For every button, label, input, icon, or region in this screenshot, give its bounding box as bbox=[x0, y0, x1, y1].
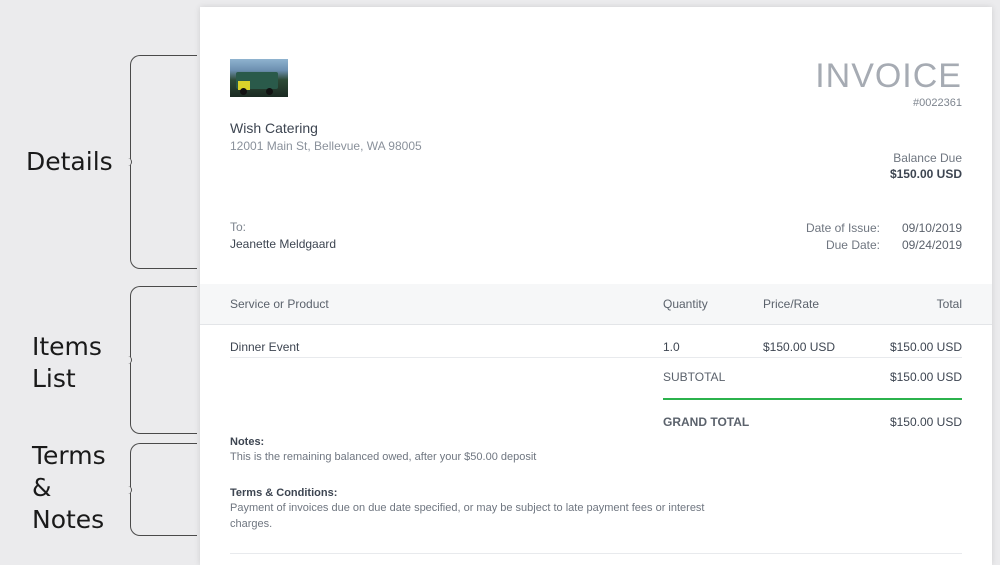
items-table-header: Service or Product Quantity Price/Rate T… bbox=[200, 284, 992, 325]
due-date-label: Due Date: bbox=[825, 238, 880, 252]
footer-divider bbox=[230, 553, 962, 554]
row-total: $150.00 USD bbox=[889, 340, 962, 354]
due-date-value: 09/24/2019 bbox=[901, 238, 962, 252]
annotation-items-list-label: Items List bbox=[32, 332, 102, 393]
header-total: Total bbox=[936, 297, 962, 311]
header-price-rate: Price/Rate bbox=[763, 297, 820, 311]
recipient-name: Jeanette Meldgaard bbox=[230, 237, 337, 251]
annotation-terms-notes-label: Terms & Notes bbox=[32, 441, 106, 534]
bracket-terms-notes bbox=[130, 443, 197, 536]
annotation-details-label: Details bbox=[26, 147, 113, 176]
balance-due-label: Balance Due bbox=[893, 151, 962, 165]
terms-heading: Terms & Conditions: bbox=[230, 487, 338, 499]
food-truck-logo-icon bbox=[230, 59, 288, 97]
row-rate: $150.00 USD bbox=[763, 340, 836, 354]
notes-text: This is the remaining balanced owed, aft… bbox=[230, 451, 537, 463]
bracket-details bbox=[130, 55, 197, 269]
table-row: Dinner Event 1.0 $150.00 USD $150.00 USD bbox=[200, 325, 992, 357]
date-of-issue-value: 09/10/2019 bbox=[901, 221, 962, 235]
invoice-dates: Date of Issue: 09/10/2019 Due Date: 09/2… bbox=[806, 220, 962, 254]
terms-text: Payment of invoices due on due date spec… bbox=[230, 502, 705, 530]
invoice-number: #0022361 bbox=[913, 97, 962, 109]
bracket-items-list bbox=[130, 286, 197, 434]
header-quantity: Quantity bbox=[663, 297, 708, 311]
company-address: 12001 Main St, Bellevue, WA 98005 bbox=[230, 139, 422, 153]
subtotal-label: SUBTOTAL bbox=[663, 370, 726, 384]
recipient-label: To: bbox=[230, 220, 247, 234]
row-quantity: 1.0 bbox=[663, 340, 680, 354]
balance-due-amount: $150.00 USD bbox=[889, 167, 962, 181]
subtotal-value: $150.00 USD bbox=[889, 370, 962, 384]
invoice-document: Wish Catering 12001 Main St, Bellevue, W… bbox=[200, 7, 992, 565]
date-of-issue-label: Date of Issue: bbox=[805, 221, 880, 235]
grand-total-label: GRAND TOTAL bbox=[663, 415, 750, 429]
invoice-title: INVOICE bbox=[815, 57, 962, 95]
company-name: Wish Catering bbox=[230, 120, 318, 136]
row-service: Dinner Event bbox=[230, 340, 300, 354]
grand-total-value: $150.00 USD bbox=[889, 415, 962, 429]
total-divider bbox=[663, 398, 962, 400]
header-service: Service or Product bbox=[230, 297, 329, 311]
row-divider bbox=[230, 357, 962, 358]
notes-heading: Notes: bbox=[230, 436, 265, 448]
